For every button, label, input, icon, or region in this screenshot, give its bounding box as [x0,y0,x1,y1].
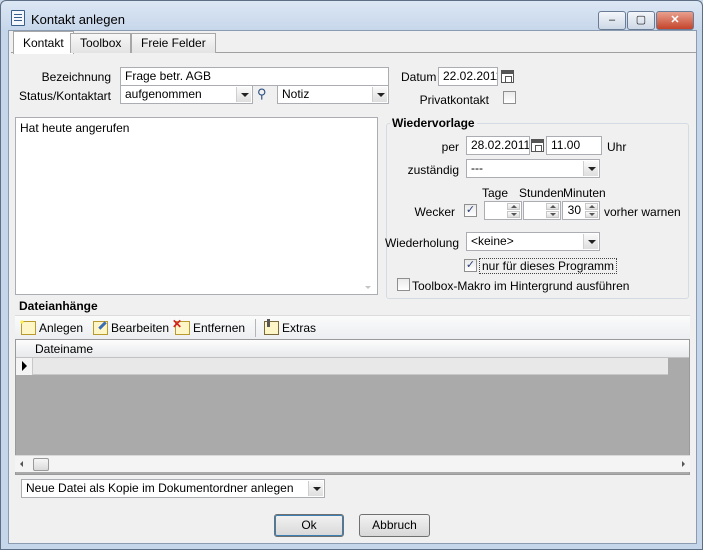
extras-label: Extras [282,321,317,335]
copy-option-value: Neue Datei als Kopie im Dokumentordner a… [26,481,294,495]
tab-kontakt[interactable]: Kontakt [13,31,74,54]
grid-horizontal-scrollbar[interactable] [15,455,690,472]
status-kontaktart-label: Status/Kontaktart [18,89,111,103]
bezeichnung-label: Bezeichnung [41,70,111,84]
uhr-label: Uhr [607,140,627,154]
notes-scrollbar[interactable] [360,118,377,294]
table-row[interactable] [16,358,668,375]
tab-freie-felder[interactable]: Freie Felder [131,33,216,53]
wiedervorlage-date-field[interactable]: 28.02.2011 [466,136,530,155]
extras-tools-icon [264,319,279,335]
wecker-checkbox[interactable]: ✓ [464,204,477,217]
datum-field[interactable]: 22.02.2011 [438,67,498,86]
wiederholung-label: Wiederholung [384,236,459,250]
title-bar[interactable]: Kontakt anlegen – ▢ ✕ [1,1,702,31]
scroll-left-arrow-icon[interactable] [20,461,23,467]
scroll-down-arrow-icon[interactable] [365,286,371,289]
spin-up-icon[interactable] [585,203,598,210]
anlegen-button[interactable]: Anlegen [19,319,84,337]
wiederholung-value: <keine> [471,234,514,248]
vorher-warnen-label: vorher warnen [604,205,681,219]
wiedervorlage-title: Wiedervorlage [390,116,477,130]
per-label: per [441,140,459,154]
entfernen-button[interactable]: Entfernen [172,318,246,337]
pin-icon[interactable]: ⚲ [257,86,273,102]
bearbeiten-label: Bearbeiten [111,321,170,335]
ok-button[interactable]: Ok [274,514,344,537]
maximize-button[interactable]: ▢ [627,11,655,30]
zustaendig-label: zuständig [407,163,459,177]
minimize-button[interactable]: – [598,11,626,30]
grid-header: Dateiname [16,340,689,358]
wiedervorlage-time-field[interactable]: 11.00 [546,136,602,155]
kontaktart-value: Notiz [282,87,310,101]
minuten-value: 30 [567,203,581,217]
datum-label: Datum [401,70,437,84]
dateianhaenge-title: Dateianhänge [19,299,98,313]
chevron-down-icon[interactable] [583,161,598,176]
bearbeiten-button[interactable]: Bearbeiten [93,319,169,337]
entfernen-label: Entfernen [193,321,246,335]
tab-strip: Kontakt Toolbox Freie Felder [11,31,696,54]
toolbox-makro-label[interactable]: Toolbox-Makro im Hintergrund ausführen [412,279,629,293]
wiederholung-select[interactable]: <keine> [466,232,600,251]
attachments-toolbar: Anlegen Bearbeiten Entfernen Extras [15,315,690,339]
calendar-icon[interactable] [531,139,544,152]
status-select[interactable]: aufgenommen [120,85,253,104]
spin-up-icon[interactable] [507,203,520,210]
privatkontakt-checkbox[interactable] [503,91,516,104]
notes-textarea[interactable]: Hat heute angerufen [15,117,378,295]
chevron-down-icon[interactable] [372,87,387,102]
chevron-down-icon[interactable] [583,234,598,249]
nur-fuer-programm-label[interactable]: nur für dieses Programm [479,258,618,274]
anlegen-label: Anlegen [39,321,84,335]
minuten-spinner[interactable]: 30 [562,201,600,220]
spin-down-icon[interactable] [507,211,520,218]
toolbar-separator [255,319,256,337]
status-value: aufgenommen [125,87,202,101]
cancel-button[interactable]: Abbruch [359,514,430,537]
minuten-column-label: Minuten [563,186,606,200]
extras-button[interactable]: Extras [264,319,316,337]
window-title: Kontakt anlegen [31,12,125,27]
dateiname-column-header[interactable]: Dateiname [35,342,93,356]
close-button[interactable]: ✕ [656,11,694,30]
new-document-icon [19,319,36,335]
wecker-label: Wecker [414,205,455,219]
stunden-column-label: Stunden [519,186,564,200]
dialog-client-area: Kontakt Toolbox Freie Felder Bezeichnung… [8,30,697,544]
privatkontakt-label: Privatkontakt [419,93,489,107]
scroll-right-arrow-icon[interactable] [682,461,685,467]
delete-document-icon [172,318,190,335]
tab-toolbox[interactable]: Toolbox [70,33,132,53]
tage-spinner[interactable] [484,201,522,220]
nur-fuer-programm-checkbox[interactable]: ✓ [464,259,477,272]
copy-option-select[interactable]: Neue Datei als Kopie im Dokumentordner a… [21,479,325,498]
toolbox-makro-checkbox[interactable] [397,278,410,291]
tage-column-label: Tage [482,186,509,200]
contact-app-icon [11,10,25,26]
scrollbar-thumb[interactable] [33,458,49,471]
chevron-down-icon[interactable] [308,481,323,496]
notes-text: Hat heute angerufen [20,121,130,135]
chevron-down-icon[interactable] [236,87,251,102]
edit-document-icon [93,321,108,335]
bezeichnung-field[interactable]: Frage betr. AGB [120,67,389,86]
spin-up-icon[interactable] [546,203,559,210]
kontaktart-select[interactable]: Notiz [277,85,389,104]
zustaendig-value: --- [471,161,483,175]
spin-down-icon[interactable] [585,211,598,218]
dialog-window: Kontakt anlegen – ▢ ✕ Kontakt Toolbox Fr… [0,0,703,550]
calendar-icon[interactable] [501,70,514,83]
stunden-spinner[interactable] [523,201,561,220]
zustaendig-select[interactable]: --- [466,159,600,178]
spin-down-icon[interactable] [546,211,559,218]
row-indicator-icon [16,358,33,375]
